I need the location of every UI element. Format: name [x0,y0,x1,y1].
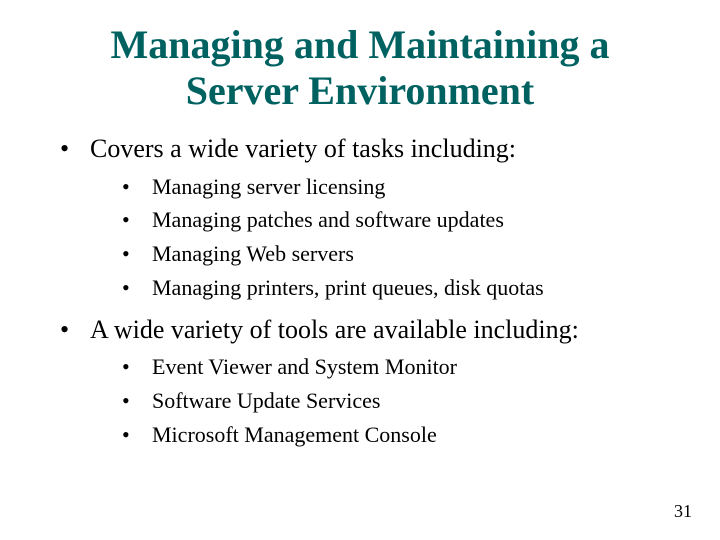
bullet-text: A wide variety of tools are available in… [90,315,579,344]
bullet-text: Event Viewer and System Monitor [152,354,457,379]
list-item: Managing printers, print queues, disk qu… [122,273,680,303]
bullet-text: Software Update Services [152,388,380,413]
sub-bullet-list: Event Viewer and System Monitor Software… [90,352,680,449]
page-number: 31 [674,501,692,522]
list-item: Event Viewer and System Monitor [122,352,680,382]
list-item: Covers a wide variety of tasks including… [60,132,680,303]
list-item: A wide variety of tools are available in… [60,313,680,450]
slide-body: Covers a wide variety of tasks including… [0,114,720,449]
list-item: Software Update Services [122,386,680,416]
list-item: Microsoft Management Console [122,420,680,450]
bullet-text: Microsoft Management Console [152,422,437,447]
bullet-text: Covers a wide variety of tasks including… [90,134,516,163]
bullet-list: Covers a wide variety of tasks including… [60,132,680,449]
title-line-1: Managing and Maintaining a [110,22,609,67]
bullet-text: Managing patches and software updates [152,207,504,232]
sub-bullet-list: Managing server licensing Managing patch… [90,172,680,303]
title-line-2: Server Environment [186,68,535,113]
list-item: Managing Web servers [122,239,680,269]
slide-title: Managing and Maintaining a Server Enviro… [0,0,720,114]
list-item: Managing patches and software updates [122,205,680,235]
bullet-text: Managing server licensing [152,174,385,199]
bullet-text: Managing printers, print queues, disk qu… [152,275,544,300]
slide: Managing and Maintaining a Server Enviro… [0,0,720,540]
list-item: Managing server licensing [122,172,680,202]
bullet-text: Managing Web servers [152,241,354,266]
